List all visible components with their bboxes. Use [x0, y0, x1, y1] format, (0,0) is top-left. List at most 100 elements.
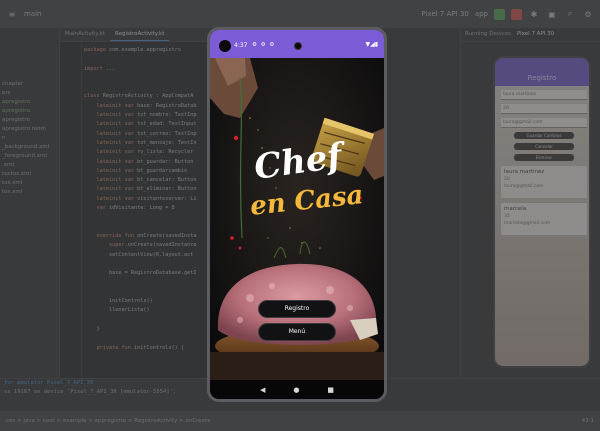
tab-running-devices[interactable]: Running Devices [465, 31, 511, 38]
battery-signal-icon: ▼◢▮ [365, 41, 378, 48]
project-pane: chapter ers apregistro apregistro apregistro… [0, 28, 60, 378]
tree-item[interactable]: ers [0, 89, 59, 98]
phone-status-bar: 4:37 ⚙ ⚙ ⚙ ▼◢▮ [210, 30, 384, 58]
mini-card-age: 35 [504, 214, 510, 219]
gear-icon[interactable]: ⚙ [582, 8, 594, 20]
device-manager-icon[interactable]: ▣ [546, 8, 558, 20]
android-nav-bar: ◀ ● ■ [210, 380, 384, 399]
notification-icons: ⚙ ⚙ ⚙ [252, 42, 276, 48]
code-line: super.onCreate(savedInstance [109, 242, 197, 249]
code-line: } [84, 325, 100, 332]
mini-card-age: 20 [504, 177, 510, 182]
mini-save-changes-button[interactable]: Guardar Cambios [514, 132, 574, 139]
app-screen: Chef en Casa Registro Menú [210, 58, 384, 380]
project-tree: chapter ers apregistro apregistro apregistro… [0, 80, 59, 197]
code-line: llenarLista() [84, 307, 150, 314]
mini-card-name: marcela [504, 206, 527, 212]
status-time: 4:37 [234, 42, 248, 49]
recents-icon[interactable]: ■ [327, 386, 334, 394]
editor-gutter [60, 42, 82, 378]
stop-icon[interactable] [511, 8, 522, 20]
code-line: lateinit var bt_eliminar: Button [96, 186, 197, 193]
branch-selector[interactable]: main [24, 10, 42, 18]
tab-pixel-device[interactable]: Pixel 7 API 30 [517, 31, 554, 38]
editor-tabs: MainActivity.kt RegistroActivity.kt [60, 28, 208, 42]
mini-status-bar [495, 58, 589, 70]
code-line: setContentView(R.layout.act [84, 251, 194, 258]
camera-icon [219, 40, 231, 52]
code-line: lateinit var base: RegistroDatab [96, 102, 197, 109]
pepper-dot [238, 246, 242, 250]
mini-card-email: laura@gmail.com [504, 184, 544, 189]
menu-icon[interactable]: ≡ [6, 8, 18, 20]
mini-field-age[interactable]: 20 [501, 104, 587, 114]
menu-button[interactable]: Menú [258, 323, 336, 341]
code-line: lateinit var txt_nombre: TextInp [96, 112, 197, 119]
mini-field-name[interactable]: laura martinez [501, 90, 587, 100]
device-selector[interactable]: Pixel 7 API 30 [422, 10, 469, 18]
tree-item[interactable]: chapter [0, 80, 59, 89]
home-icon[interactable]: ● [293, 386, 299, 394]
cursor-position[interactable]: 43:1 [582, 418, 594, 424]
code-line: lateinit var bt_cancelar: Button [96, 177, 197, 184]
mini-list-item[interactable]: laura martinez 20 laura@gmail.com [501, 166, 587, 198]
tab-registroactivity[interactable]: RegistroActivity.kt [110, 28, 170, 41]
front-camera-icon [294, 42, 302, 50]
tree-item[interactable]: .xml [0, 161, 59, 170]
devices-tabs: Running Devices Pixel 7 API 30 [461, 28, 600, 42]
mini-app-body: laura martinez 20 laura@gmail.com Guarda… [495, 86, 589, 366]
mini-app-title: Registro [495, 70, 589, 86]
mini-card-email: marcela@gmail.com [504, 221, 551, 226]
code-line: lateinit var txt_edad: TextInput [96, 121, 197, 128]
mirrored-device[interactable]: Registro laura martinez 20 laura@gmail.c… [493, 56, 591, 368]
code-line: class RegistroActivity : AppCompatA [84, 93, 194, 100]
code-line: override fun onCreate(savedInsta [96, 232, 197, 239]
tree-item[interactable]: apregistro [0, 116, 59, 125]
tree-item[interactable]: apregistro [0, 107, 59, 116]
mini-field-email[interactable]: laura@gmail.com [501, 118, 587, 128]
code-line: var idVisitante: Long = 0 [96, 205, 175, 212]
breadcrumb[interactable]: ces > java > com > example > appregistro… [6, 418, 210, 424]
tree-item[interactable]: _foreground.xml [0, 152, 59, 161]
mini-card-name: laura martinez [504, 169, 545, 175]
pepper-dot [230, 236, 234, 240]
tree-item[interactable]: apregistro [0, 98, 59, 107]
tree-item[interactable]: tos.xml [0, 188, 59, 197]
tree-item[interactable]: ructos.xml [0, 170, 59, 179]
code-content[interactable]: package com.example.appregistro import ..… [84, 46, 208, 353]
code-editor[interactable]: package com.example.appregistro import ..… [60, 42, 208, 378]
code-line: lateinit var txt_mensaje: TextIn [96, 139, 197, 146]
ide-toolbar: ≡ main Pixel 7 API 30 app ✱ ▣ ⌕ ⚙ [0, 0, 600, 28]
search-icon[interactable]: ⌕ [564, 8, 576, 20]
mini-list-item[interactable]: marcela 35 marcela@gmail.com [501, 203, 587, 235]
code-line: lateinit var visitanteserver: Li [96, 195, 197, 202]
mini-cancel-button[interactable]: Cancelar [514, 143, 574, 150]
debug-icon[interactable]: ✱ [528, 8, 540, 20]
tree-item[interactable]: n [0, 134, 59, 143]
tree-item[interactable]: tos.xml [0, 179, 59, 188]
code-line: import ... [84, 65, 116, 72]
code-line: private fun initControls() { [96, 344, 184, 351]
code-line: lateinit var rv_lista: Recycler [96, 149, 194, 156]
code-line: lateinit var bt_guardar: Button [96, 158, 194, 165]
pepper-dot [233, 135, 239, 141]
code-line: initControls() [84, 298, 153, 305]
mini-delete-button[interactable]: Eliminar [514, 154, 574, 161]
tree-item[interactable]: apregistro.room [0, 125, 59, 134]
run-icon[interactable] [494, 8, 505, 20]
registro-button[interactable]: Registro [258, 300, 336, 318]
emulator-phone[interactable]: 4:37 ⚙ ⚙ ⚙ ▼◢▮ Chef en Casa Registro Men… [207, 27, 387, 402]
tree-item[interactable]: _background.xml [0, 143, 59, 152]
app-selector[interactable]: app [475, 10, 488, 18]
back-icon[interactable]: ◀ [260, 386, 265, 394]
tab-mainactivity[interactable]: MainActivity.kt [60, 28, 110, 41]
